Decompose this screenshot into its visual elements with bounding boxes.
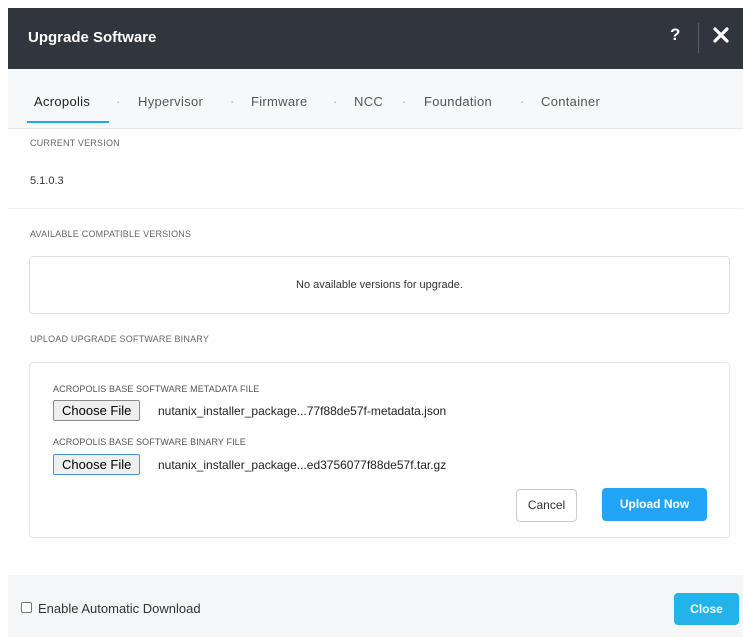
cancel-button[interactable]: Cancel [516, 489, 577, 522]
help-icon[interactable]: ? [670, 25, 680, 45]
tab-separator: · [230, 94, 235, 109]
upload-panel: ACROPOLIS BASE SOFTWARE METADATA FILE Ch… [29, 362, 730, 538]
active-tab-indicator [27, 121, 109, 123]
tab-hypervisor[interactable]: Hypervisor [138, 94, 203, 109]
binary-file-label: ACROPOLIS BASE SOFTWARE BINARY FILE [53, 437, 246, 447]
tab-container[interactable]: Container [541, 94, 600, 109]
binary-file-name: nutanix_installer_package...ed3756077f88… [158, 458, 447, 472]
upgrade-software-dialog: Upgrade Software ? Acropolis · Hyperviso… [8, 8, 743, 637]
tab-separator: · [333, 94, 338, 109]
tab-bar: Acropolis · Hypervisor · Firmware · NCC … [8, 69, 743, 129]
auto-download-checkbox[interactable] [21, 602, 32, 613]
dialog-footer: Enable Automatic Download Close [8, 575, 743, 637]
tab-foundation[interactable]: Foundation [424, 94, 492, 109]
dialog-title: Upgrade Software [28, 29, 157, 46]
auto-download-label[interactable]: Enable Automatic Download [38, 601, 201, 616]
available-versions-label: AVAILABLE COMPATIBLE VERSIONS [30, 229, 192, 239]
upload-now-button[interactable]: Upload Now [602, 488, 707, 521]
metadata-file-label: ACROPOLIS BASE SOFTWARE METADATA FILE [53, 384, 260, 394]
current-version-value: 5.1.0.3 [30, 175, 64, 187]
tab-separator: · [116, 94, 121, 109]
tab-ncc[interactable]: NCC [354, 94, 383, 109]
metadata-file-name: nutanix_installer_package...77f88de57f-m… [158, 404, 447, 418]
close-button[interactable]: Close [674, 593, 739, 625]
tab-acropolis[interactable]: Acropolis [34, 94, 90, 109]
upload-binary-label: UPLOAD UPGRADE SOFTWARE BINARY [30, 334, 210, 344]
choose-binary-file-button[interactable]: Choose File [53, 454, 141, 475]
tab-separator: · [520, 94, 525, 109]
header-divider [698, 23, 699, 53]
available-versions-box: No available versions for upgrade. [29, 256, 730, 314]
section-divider [8, 208, 743, 209]
tab-firmware[interactable]: Firmware [251, 94, 308, 109]
choose-metadata-file-button[interactable]: Choose File [53, 400, 141, 421]
close-icon[interactable] [708, 22, 734, 48]
tab-separator: · [402, 94, 407, 109]
current-version-label: CURRENT VERSION [30, 138, 120, 148]
no-versions-message: No available versions for upgrade. [296, 279, 463, 291]
dialog-header: Upgrade Software ? [8, 8, 743, 69]
